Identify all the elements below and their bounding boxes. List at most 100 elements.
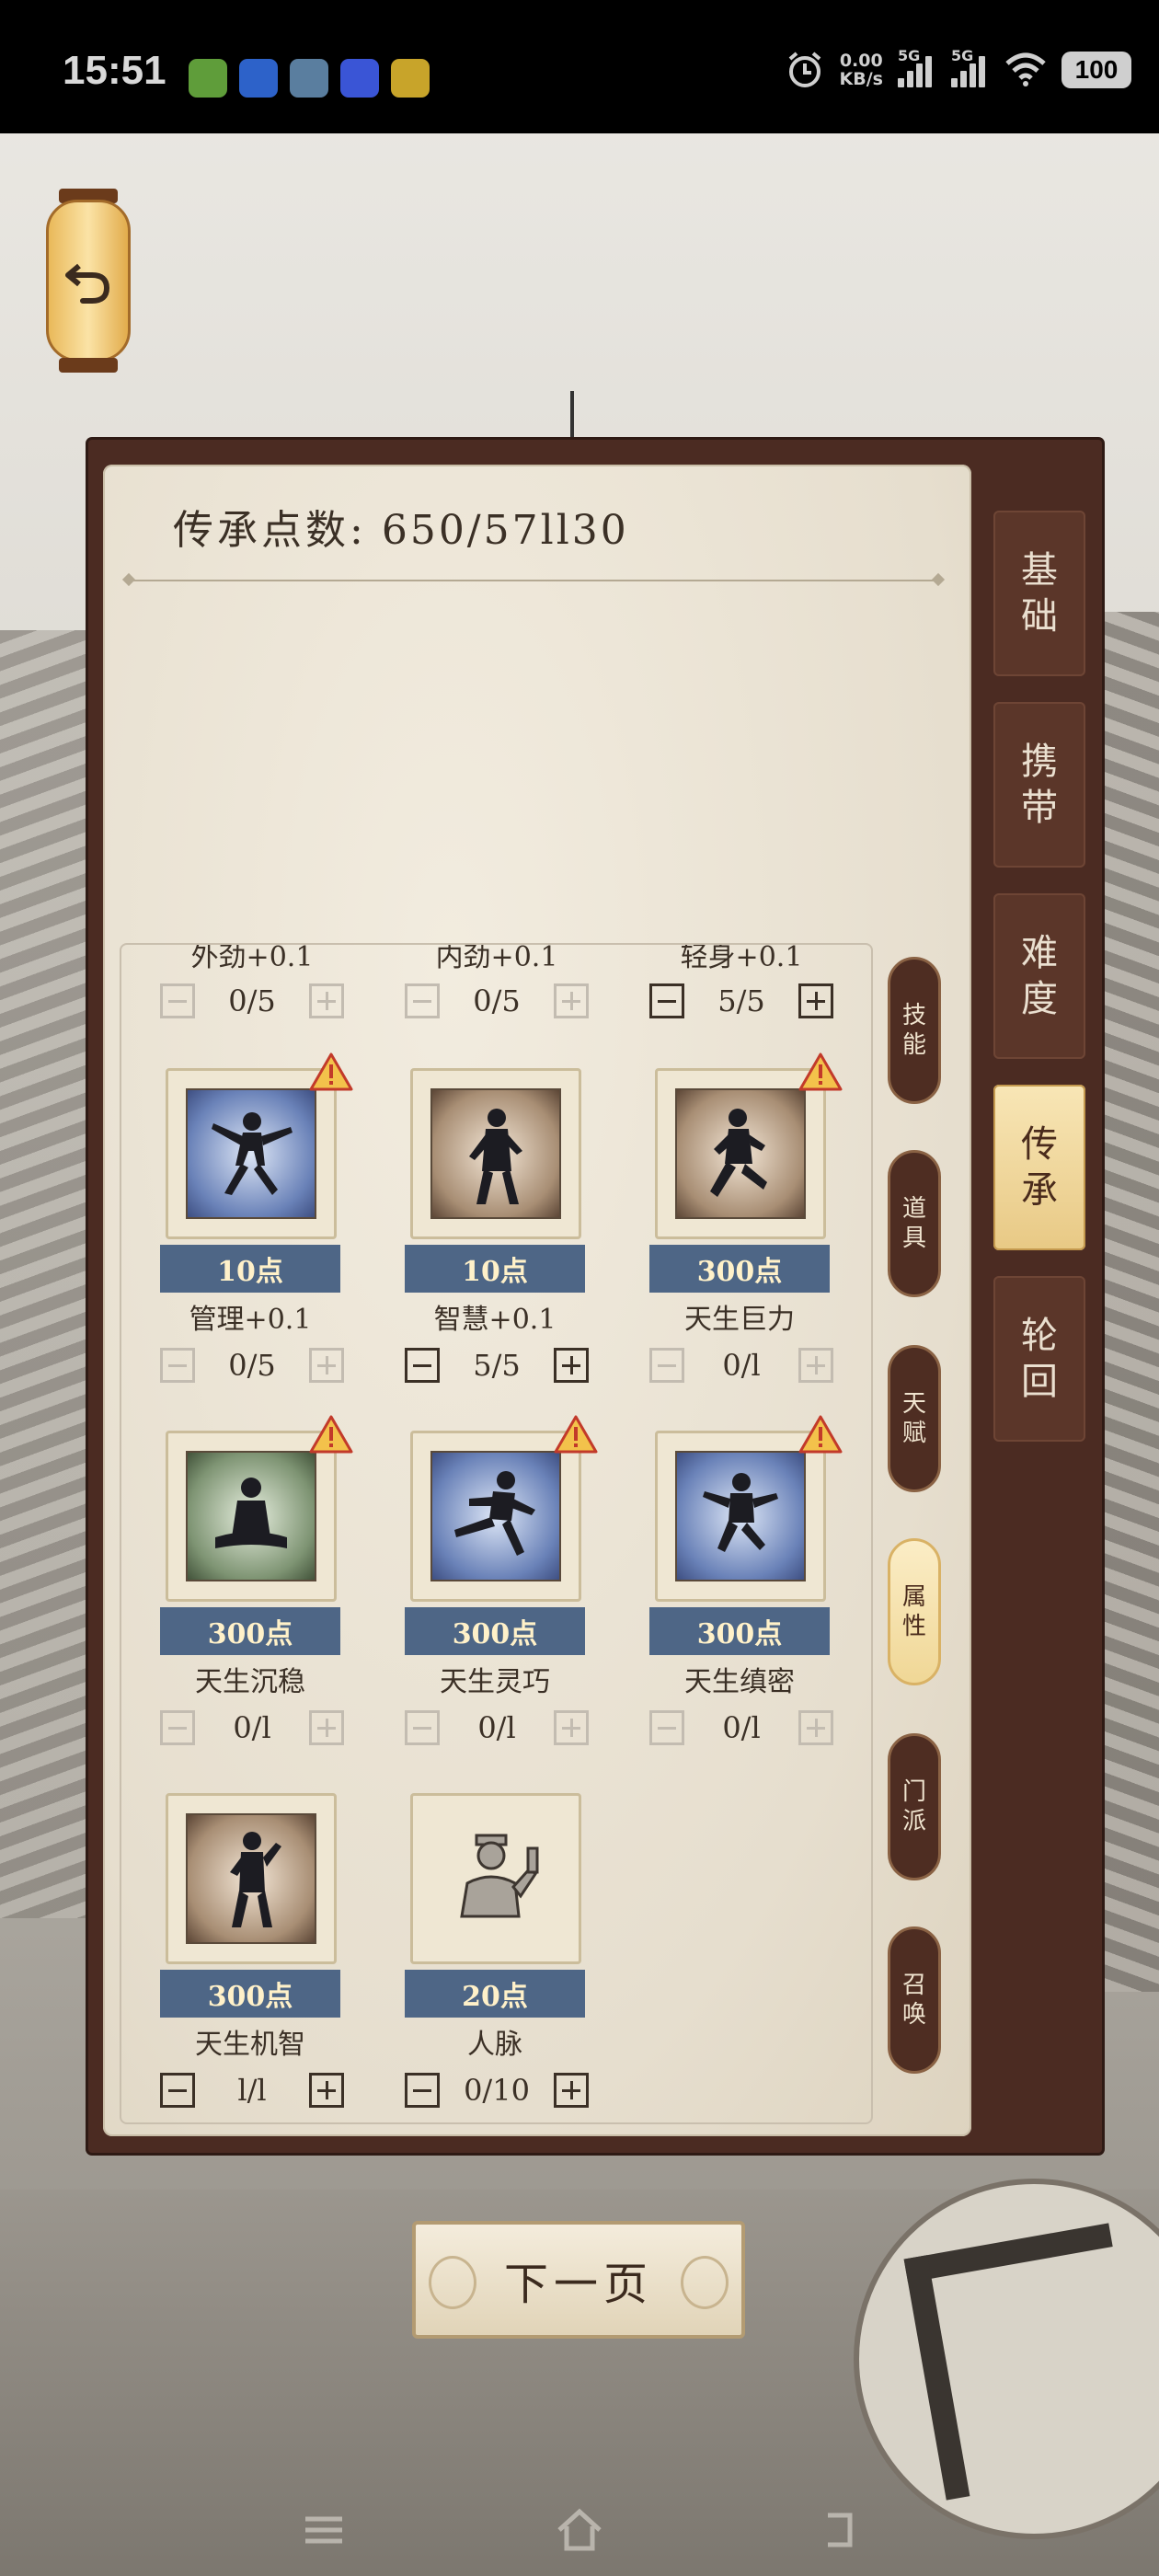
level-count: 0/l [722, 1710, 761, 1745]
fist-stance-icon [186, 1813, 316, 1944]
quantity-stepper: l/l [160, 2073, 344, 2111]
attribute-tile[interactable] [166, 1431, 337, 1602]
increase-button[interactable] [309, 1710, 344, 1745]
quantity-stepper: 0/5 [405, 983, 589, 1022]
back-nav-icon[interactable] [808, 2502, 863, 2558]
attribute-name: 天生缜密 [684, 1666, 795, 1698]
subtab-attributes[interactable]: 属性 [888, 1538, 941, 1685]
increase-button[interactable] [309, 983, 344, 1018]
tab-basic[interactable]: 基础 [993, 511, 1085, 676]
attribute-tile[interactable] [166, 1793, 337, 1964]
flying-kick-icon [430, 1451, 561, 1581]
quantity-stepper: 0/l [160, 1710, 344, 1749]
warning-icon [798, 1052, 843, 1091]
increase-button[interactable] [309, 2073, 344, 2108]
increase-button[interactable] [798, 1348, 833, 1383]
attribute-name: 管理+0.1 [189, 1304, 312, 1336]
attribute-name: 外劲+0.1 [190, 943, 314, 973]
subtab-sects[interactable]: 门派 [888, 1733, 941, 1880]
alarm-icon [788, 52, 820, 87]
tab-reincarnation[interactable]: 轮回 [993, 1276, 1085, 1442]
decrease-button[interactable] [405, 1348, 440, 1383]
subtab-skills[interactable]: 技能 [888, 957, 941, 1104]
decrease-button[interactable] [160, 1348, 195, 1383]
subtab-items[interactable]: 道具 [888, 1150, 941, 1297]
system-nav-bar [0, 2484, 1159, 2576]
network-speed-value: 0.00 [839, 51, 883, 71]
next-page-button[interactable]: 下一页 [412, 2221, 745, 2339]
notification-app-icon [290, 59, 328, 98]
decrease-button[interactable] [405, 983, 440, 1018]
cost-label: 20点 [405, 1970, 585, 2018]
increase-button[interactable] [554, 1348, 589, 1383]
quantity-stepper: 5/5 [649, 983, 833, 1022]
attribute-name: 天生机智 [195, 2029, 305, 2061]
notification-app-icon [189, 59, 227, 98]
notification-app-icon [239, 59, 278, 98]
level-count: 5/5 [473, 1348, 521, 1383]
points-header: 传承点数: 650/57ll30 [173, 497, 629, 556]
increase-button[interactable] [309, 1348, 344, 1383]
decrease-button[interactable] [405, 2073, 440, 2108]
level-count: 5/5 [717, 983, 765, 1018]
decrease-button[interactable] [649, 1710, 684, 1745]
attribute-card: 300点 天生缜密 [649, 1415, 843, 1698]
tab-inheritance[interactable]: 传承 [993, 1085, 1085, 1250]
level-count: 0/l [477, 1710, 516, 1745]
tab-difficulty[interactable]: 难度 [993, 893, 1085, 1059]
decrease-button[interactable] [160, 1710, 195, 1745]
increase-button[interactable] [554, 1710, 589, 1745]
decrease-button[interactable] [649, 983, 684, 1018]
attribute-name: 内劲+0.1 [435, 943, 558, 973]
attribute-tile[interactable] [410, 1068, 581, 1239]
warning-icon [309, 1052, 353, 1091]
divider [129, 580, 938, 581]
attribute-tile[interactable] [410, 1793, 581, 1964]
martial-pose-icon [186, 1088, 316, 1219]
attribute-name: 天生灵巧 [440, 1666, 550, 1698]
quantity-stepper: 0/l [649, 1710, 833, 1749]
back-button[interactable] [42, 189, 134, 373]
attribute-card: 300点 天生机智 [160, 1793, 344, 2061]
network-speed-unit: KB/s [839, 69, 883, 89]
cost-label: 300点 [649, 1607, 830, 1655]
attribute-tile[interactable] [655, 1068, 826, 1239]
attribute-tile[interactable] [410, 1431, 581, 1602]
attribute-name: 轻身+0.1 [680, 943, 803, 973]
attribute-name: 天生沉稳 [195, 1666, 305, 1698]
notification-app-icon [340, 59, 379, 98]
meditation-icon [186, 1451, 316, 1581]
menu-icon[interactable] [296, 2502, 351, 2558]
official-figure-icon [430, 1813, 561, 1944]
increase-button[interactable] [798, 983, 833, 1018]
decrease-button[interactable] [160, 2073, 195, 2108]
cost-label: 10点 [160, 1245, 340, 1293]
decrease-button[interactable] [405, 1710, 440, 1745]
warning-icon [554, 1415, 598, 1454]
attribute-name: 智慧+0.1 [433, 1304, 557, 1336]
subtab-talents[interactable]: 天赋 [888, 1345, 941, 1492]
attribute-tile[interactable] [166, 1068, 337, 1239]
increase-button[interactable] [554, 983, 589, 1018]
increase-button[interactable] [798, 1710, 833, 1745]
attribute-card: 300点 天生巨力 [649, 1052, 843, 1336]
level-count: l/l [237, 2073, 267, 2108]
wifi-icon [1005, 52, 1046, 86]
signal-label: 5G [951, 47, 974, 64]
attribute-grid[interactable]: 外劲+0.1 内劲+0.1 轻身+0.1 0/5 0/5 5/5 10点 管理+… [120, 943, 873, 2124]
power-stance-icon [675, 1088, 806, 1219]
level-count: 0/5 [473, 983, 521, 1018]
martial-stance-icon [430, 1088, 561, 1219]
signal-icon: 5G [951, 47, 990, 87]
tab-carry[interactable]: 携带 [993, 702, 1085, 868]
notification-icons [189, 59, 430, 98]
subtab-summon[interactable]: 召唤 [888, 1926, 941, 2074]
warning-icon [798, 1415, 843, 1454]
home-icon[interactable] [552, 2502, 607, 2558]
attribute-name: 天生巨力 [684, 1304, 795, 1336]
attribute-card: 300点 天生沉稳 [160, 1415, 353, 1698]
attribute-tile[interactable] [655, 1431, 826, 1602]
decrease-button[interactable] [649, 1348, 684, 1383]
increase-button[interactable] [554, 2073, 589, 2108]
decrease-button[interactable] [160, 983, 195, 1018]
